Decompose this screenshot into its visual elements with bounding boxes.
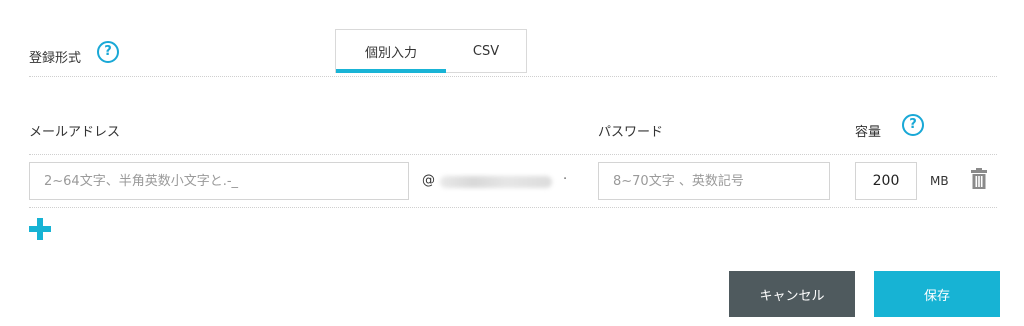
password-input[interactable]	[598, 162, 830, 200]
capacity-column-header: 容量	[855, 125, 882, 140]
divider	[29, 76, 997, 77]
registration-type-label: 登録形式	[29, 51, 82, 66]
domain-name-blurred	[440, 176, 552, 188]
divider	[29, 207, 997, 208]
email-local-part-input[interactable]	[29, 162, 409, 200]
cancel-button[interactable]: キャンセル	[729, 271, 855, 317]
trash-icon[interactable]	[970, 168, 988, 190]
tab-csv[interactable]: CSV	[446, 30, 526, 72]
plus-icon[interactable]	[29, 218, 51, 240]
divider	[29, 154, 997, 155]
capacity-input[interactable]	[855, 162, 917, 200]
question-circle-icon[interactable]: ?	[902, 114, 924, 136]
save-button[interactable]: 保存	[874, 271, 1000, 317]
registration-type-tabs: 個別入力 CSV	[335, 29, 527, 73]
password-column-header: パスワード	[598, 125, 664, 140]
capacity-unit: MB	[930, 174, 949, 188]
question-circle-icon[interactable]: ?	[97, 41, 119, 63]
at-sign: @	[422, 173, 435, 188]
email-column-header: メールアドレス	[29, 125, 121, 140]
tab-individual-input[interactable]: 個別入力	[336, 30, 446, 73]
domain-suffix-dot: ·	[563, 172, 568, 187]
